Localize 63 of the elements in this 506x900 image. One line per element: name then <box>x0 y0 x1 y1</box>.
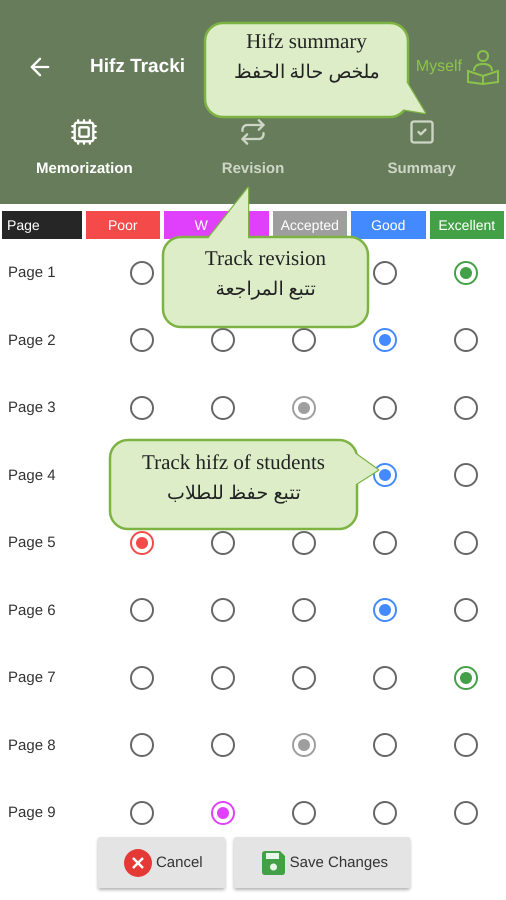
radio-button[interactable] <box>454 328 478 352</box>
radio-button[interactable] <box>454 666 478 690</box>
radio-button[interactable] <box>292 733 316 758</box>
callout-subtitle: تتبع حفظ للطلاب <box>166 482 300 505</box>
radio-button[interactable] <box>372 396 396 420</box>
repeat-icon <box>239 118 267 146</box>
checkbox-icon <box>408 118 436 146</box>
radio-button[interactable] <box>210 598 234 622</box>
screen-title: Hifz Tracki <box>90 56 186 78</box>
column-header: Good <box>351 211 426 239</box>
column-header: Excellent <box>430 211 504 239</box>
radio-button[interactable] <box>372 328 396 352</box>
radio-button[interactable] <box>210 733 234 758</box>
callout-subtitle: تتبع المراجعة <box>216 278 316 301</box>
radio-button[interactable] <box>372 666 396 690</box>
radio-button[interactable] <box>454 800 478 825</box>
radio-button[interactable] <box>372 800 396 825</box>
page-label: Page 7 <box>7 669 57 686</box>
radio-button[interactable] <box>130 598 154 622</box>
page-label: Page 1 <box>7 264 57 282</box>
tab[interactable]: Summary <box>337 112 506 204</box>
tab[interactable]: Memorization <box>0 112 169 204</box>
radio-button[interactable] <box>130 328 154 352</box>
callout-subtitle: ملخص حالة الحفظ <box>234 61 380 84</box>
radio-button[interactable] <box>454 396 478 420</box>
radio-button[interactable] <box>130 666 154 690</box>
callout-title: Track revision <box>204 246 326 271</box>
radio-button[interactable] <box>292 800 316 825</box>
close-icon <box>124 848 152 876</box>
radio-button[interactable] <box>454 530 478 555</box>
column-header: Page <box>2 211 82 239</box>
page-label: Page 2 <box>7 332 57 349</box>
radio-button[interactable] <box>372 598 396 622</box>
page-label: Page 4 <box>7 466 57 484</box>
radio-button[interactable] <box>292 396 316 420</box>
page-label: Page 5 <box>7 534 57 552</box>
chip-icon <box>70 118 98 146</box>
page-label: Page 3 <box>7 399 57 416</box>
radio-button[interactable] <box>372 260 396 285</box>
radio-button[interactable] <box>292 666 316 690</box>
radio-button[interactable] <box>454 598 478 622</box>
callout-title: Track hifz of students <box>142 450 325 475</box>
radio-button[interactable] <box>454 733 478 758</box>
radio-button[interactable] <box>210 666 234 690</box>
radio-button[interactable] <box>130 260 154 285</box>
callout-title: Hifz summary <box>246 29 367 54</box>
tab[interactable]: Revision <box>168 112 338 204</box>
column-header: Poor <box>86 211 160 239</box>
radio-button[interactable] <box>210 396 234 420</box>
radio-button[interactable] <box>130 733 154 758</box>
save-button[interactable]: Save Changes <box>234 837 410 888</box>
page-label: Page 6 <box>7 602 57 619</box>
page-label: Page 9 <box>7 804 57 822</box>
radio-button[interactable] <box>130 396 154 420</box>
radio-button[interactable] <box>292 598 316 622</box>
page-label: Page 8 <box>7 736 57 754</box>
radio-button[interactable] <box>372 530 396 555</box>
radio-button[interactable] <box>454 463 478 488</box>
radio-button[interactable] <box>372 733 396 758</box>
radio-button[interactable] <box>454 260 478 285</box>
radio-button[interactable] <box>130 800 154 825</box>
radio-button[interactable] <box>210 800 234 825</box>
cancel-button[interactable]: Cancel <box>98 837 225 888</box>
